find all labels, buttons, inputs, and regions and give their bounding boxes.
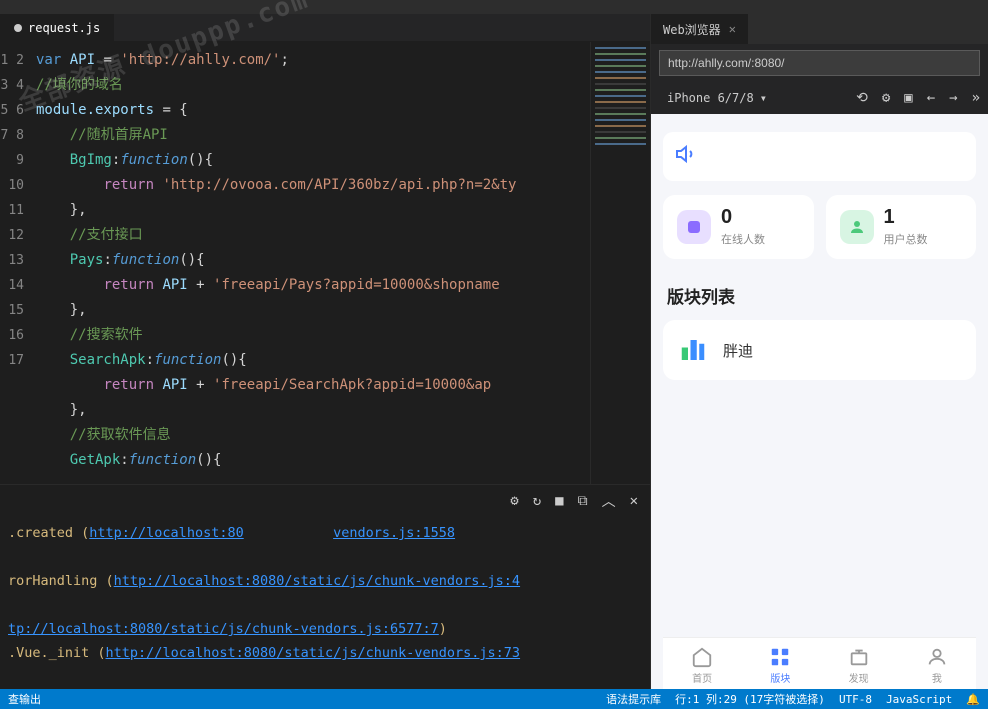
preview-viewport[interactable]: 0 在线人数 1 用户总数 版块列表 [651,114,988,689]
popout-icon[interactable]: ⧉ [578,493,588,509]
cube-icon [677,210,711,244]
nav-boards[interactable]: 版块 [769,646,791,685]
board-item[interactable]: 胖迪 [675,332,964,368]
nav-discover[interactable]: 发现 [848,646,870,685]
online-label: 在线人数 [721,231,765,247]
browser-tab-label: Web浏览器 [663,21,721,38]
terminal-panel: ⚙ ↻ ■ ⧉ ︿ ✕ .created (http://localhost:8… [0,484,650,689]
more-icon[interactable]: » [972,90,980,106]
device-selector[interactable]: iPhone 6/7/8 ▾ [659,87,775,109]
stop-icon[interactable]: ■ [555,493,563,509]
line-gutter: 1 2 3 4 5 6 7 8 9 10 11 12 13 14 15 16 1… [0,42,30,484]
board-icon [675,332,711,368]
gift-icon [848,646,870,668]
url-input[interactable] [659,50,980,76]
preview-header [663,132,976,181]
status-bar: 查输出 语法提示库 行:1 列:29 (17字符被选择) UTF-8 JavaS… [0,689,988,709]
restart-icon[interactable]: ↻ [533,493,541,509]
close-terminal-icon[interactable]: ✕ [630,493,638,509]
terminal-output[interactable]: .created (http://localhost:80 vendors.js… [0,517,650,689]
minimap[interactable] [590,42,650,484]
chevron-down-icon: ▾ [760,91,767,105]
person-icon [926,646,948,668]
status-language[interactable]: JavaScript [886,693,952,706]
code-content[interactable]: var API = 'http://ahlly.com/'; //填你的域名 m… [30,42,590,484]
user-icon [840,210,874,244]
status-output[interactable]: 查输出 [8,691,41,707]
board-name: 胖迪 [723,340,753,361]
users-label: 用户总数 [884,231,928,247]
status-cursor[interactable]: 行:1 列:29 (17字符被选择) [675,691,825,707]
bug-icon[interactable]: ⚙ [510,493,518,509]
stat-cards: 0 在线人数 1 用户总数 [663,195,976,259]
online-card[interactable]: 0 在线人数 [663,195,814,259]
chevron-up-icon[interactable]: ︿ [602,491,616,511]
back-icon[interactable]: ← [927,90,935,106]
browser-toolbar: iPhone 6/7/8 ▾ ⟲ ⚙ ▣ ← → » [651,82,988,114]
home-icon [691,646,713,668]
editor-tab-bar: request.js [0,14,650,42]
tab-label: request.js [28,21,100,35]
device-label: iPhone 6/7/8 [667,91,754,105]
board-list: 胖迪 [663,320,976,380]
gear-icon[interactable]: ⚙ [882,90,890,106]
section-title: 版块列表 [667,283,972,308]
close-icon[interactable]: ✕ [729,22,736,36]
terminal-toolbar: ⚙ ↻ ■ ⧉ ︿ ✕ [0,485,650,517]
sound-icon[interactable] [675,142,699,166]
browser-tabs: Web浏览器 ✕ [651,14,988,44]
devtools-icon[interactable]: ▣ [904,90,912,106]
url-bar [651,44,988,82]
rotate-icon[interactable]: ⟲ [856,90,868,106]
nav-me[interactable]: 我 [926,646,948,685]
bell-icon[interactable]: 🔔 [966,693,980,706]
code-area[interactable]: 1 2 3 4 5 6 7 8 9 10 11 12 13 14 15 16 1… [0,42,650,484]
grid-icon [769,646,791,668]
status-encoding[interactable]: UTF-8 [839,693,872,706]
modified-dot-icon [14,24,22,32]
bottom-nav: 首页 版块 发现 我 [663,637,976,689]
forward-icon[interactable]: → [949,90,957,106]
online-count: 0 [721,207,765,227]
browser-panel: Web浏览器 ✕ iPhone 6/7/8 ▾ ⟲ ⚙ ▣ ← → » [650,14,988,689]
users-count: 1 [884,207,928,227]
nav-home[interactable]: 首页 [691,646,713,685]
editor-tab[interactable]: request.js [0,14,114,41]
status-syntax[interactable]: 语法提示库 [606,691,661,707]
browser-tab[interactable]: Web浏览器 ✕ [651,14,748,44]
users-card[interactable]: 1 用户总数 [826,195,977,259]
top-bar [0,0,988,14]
